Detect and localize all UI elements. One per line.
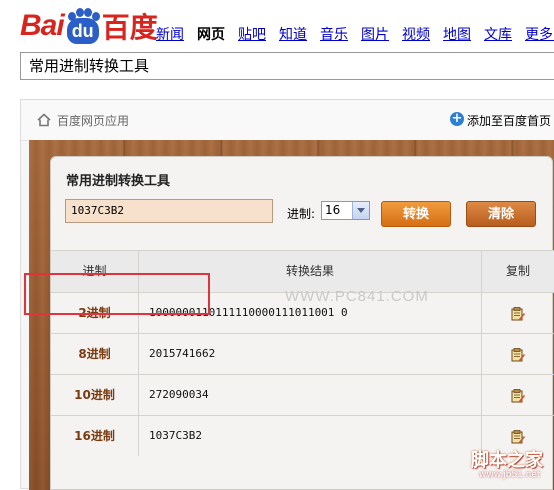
- header-copy: 复制: [505, 264, 530, 278]
- converter-panel: 常用进制转换工具 1037C3B2 进制: 16 转换 清除 进制 转换结果 复…: [50, 156, 554, 490]
- nav-news[interactable]: 新闻: [156, 24, 184, 44]
- logo-baidu-cn: 百度: [101, 11, 158, 44]
- table-row: 8进制 2015741662: [51, 333, 554, 374]
- table-row: 10进制 272090034: [51, 374, 554, 415]
- add-to-home-link[interactable]: 添加至百度首页: [467, 112, 551, 129]
- paw-icon: du: [65, 8, 101, 44]
- nav-tieba[interactable]: 贴吧: [238, 24, 266, 44]
- tool-title: 常用进制转换工具: [66, 174, 171, 189]
- copy-icon[interactable]: [511, 389, 525, 403]
- row-base: 10进制: [51, 375, 139, 415]
- site-mark-cn: 脚本之家: [471, 450, 543, 471]
- number-input[interactable]: 1037C3B2: [65, 199, 273, 223]
- wood-background: 常用进制转换工具 1037C3B2 进制: 16 转换 清除 进制 转换结果 复…: [29, 140, 554, 490]
- baidu-logo[interactable]: Bai du 百度: [20, 6, 158, 46]
- base-select[interactable]: 16: [321, 201, 370, 220]
- copy-icon[interactable]: [511, 430, 525, 444]
- nav-images[interactable]: 图片: [361, 24, 389, 44]
- app-header-label[interactable]: 百度网页应用: [57, 112, 129, 129]
- row-base: 8进制: [51, 334, 139, 374]
- nav-music[interactable]: 音乐: [320, 24, 348, 44]
- copy-icon[interactable]: [511, 348, 525, 362]
- nav-more[interactable]: 更多»: [525, 24, 554, 44]
- clear-button[interactable]: 清除: [466, 201, 536, 227]
- nav-video[interactable]: 视频: [402, 24, 430, 44]
- row-result: 2015741662: [139, 334, 482, 374]
- logo-du: du: [66, 18, 99, 44]
- watermark: WWW.PC841.COM: [285, 288, 429, 305]
- home-icon[interactable]: [37, 113, 51, 127]
- row-base: 16进制: [51, 416, 139, 456]
- row-copy-cell: [482, 334, 554, 374]
- base-select-value: 16: [325, 203, 341, 217]
- plus-icon[interactable]: +: [450, 112, 464, 126]
- convert-button[interactable]: 转换: [381, 201, 451, 227]
- row-copy-cell: [482, 375, 554, 415]
- nav-web[interactable]: 网页: [197, 24, 225, 44]
- chevron-down-icon[interactable]: [352, 202, 369, 219]
- search-input[interactable]: 常用进制转换工具: [20, 52, 554, 80]
- copy-icon[interactable]: [511, 307, 525, 321]
- nav-zhidao[interactable]: 知道: [279, 24, 307, 44]
- site-mark-url: www.jb51.net: [479, 470, 541, 480]
- baidu-topbar: Bai du 百度 新闻 网页 贴吧 知道 音乐 图片 视频 地图 文库 更多»: [0, 0, 554, 50]
- logo-bai: Bai: [20, 9, 65, 42]
- base-label: 进制:: [287, 207, 316, 221]
- app-header: 百度网页应用 + 添加至百度首页: [21, 100, 554, 141]
- nav-map[interactable]: 地图: [443, 24, 471, 44]
- top-nav: 新闻 网页 贴吧 知道 音乐 图片 视频 地图 文库 更多»: [156, 24, 554, 44]
- nav-wenku[interactable]: 文库: [484, 24, 512, 44]
- row-result: 272090034: [139, 375, 482, 415]
- row-copy-cell: [482, 293, 554, 333]
- highlight-box: [24, 273, 210, 315]
- row-result: 1037C3B2: [139, 416, 482, 456]
